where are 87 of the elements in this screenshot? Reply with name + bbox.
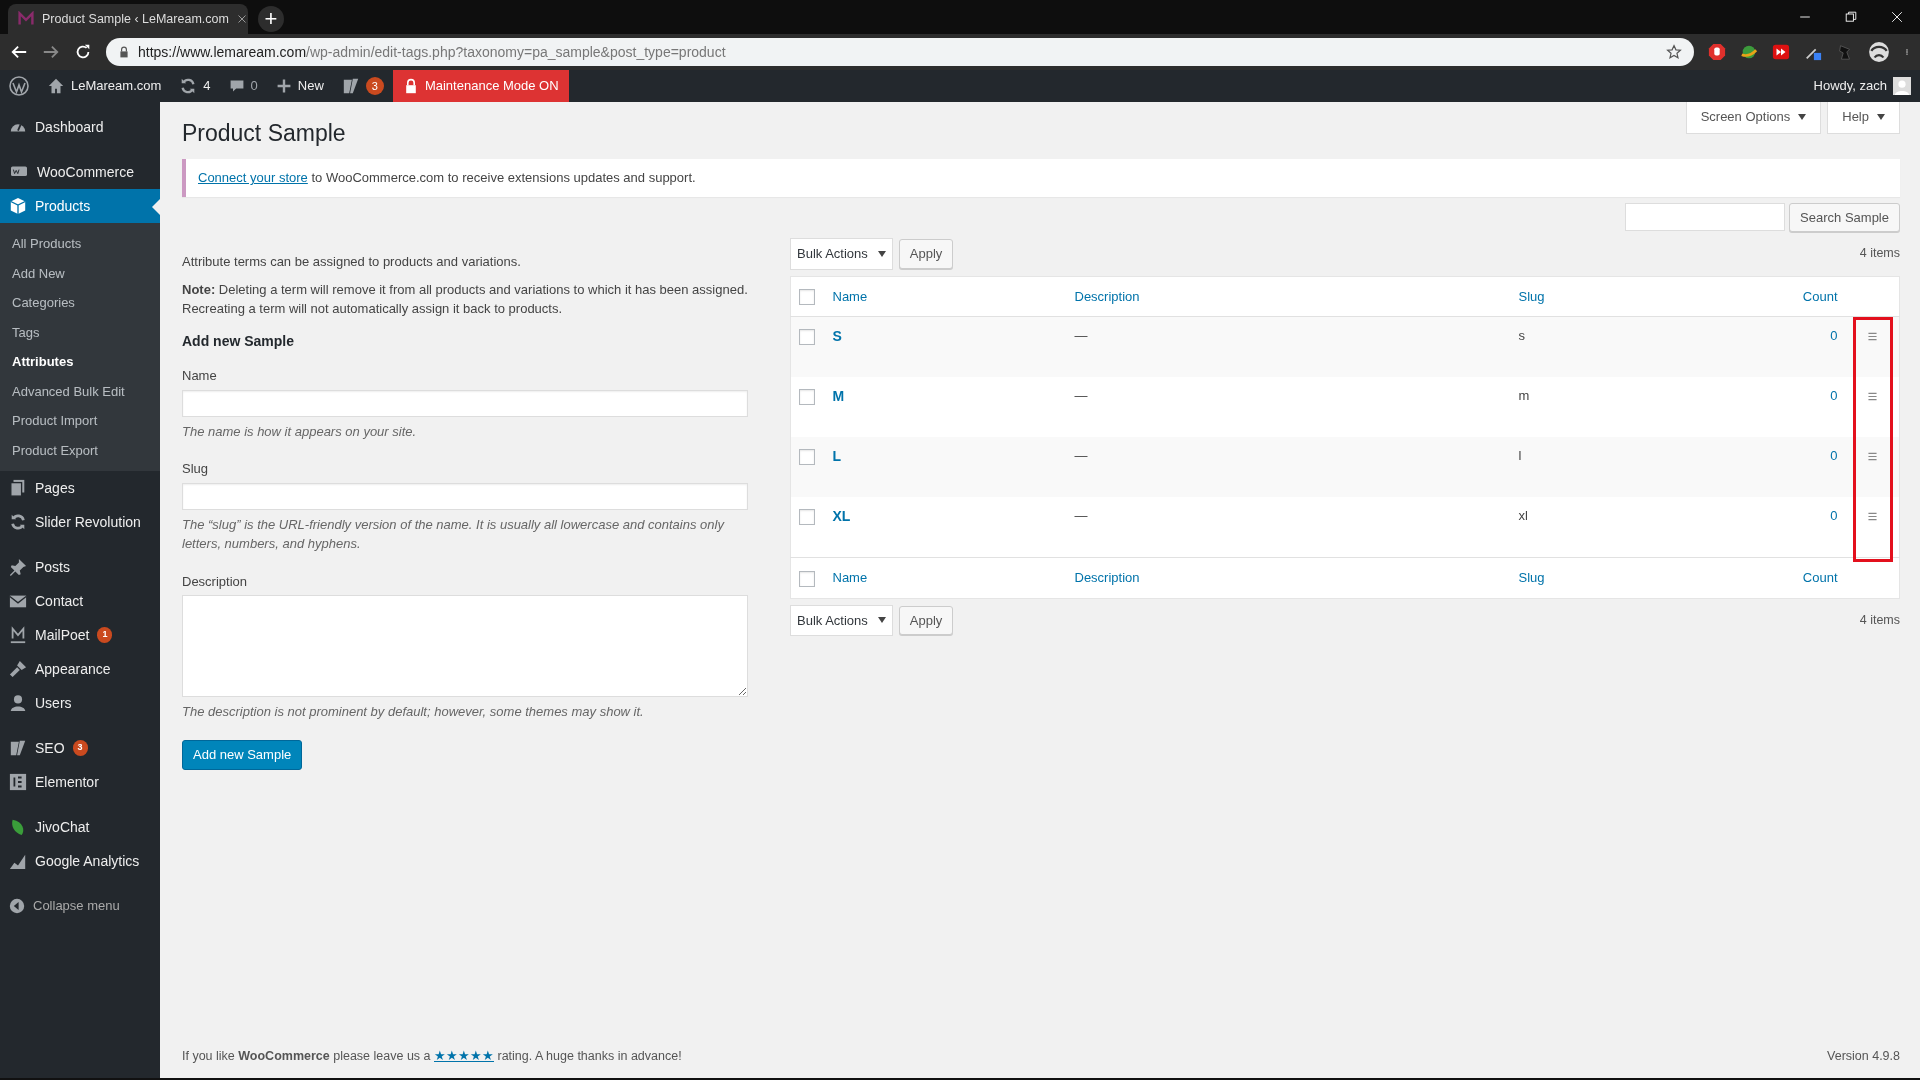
browser-tab[interactable]: Product Sample ‹ LeMaream.com xyxy=(8,4,248,34)
bulk-actions-dropdown[interactable]: Bulk Actions xyxy=(790,604,893,637)
intro-text: Attribute terms can be assigned to products and variations. xyxy=(182,252,522,271)
submenu-item[interactable]: Attributes xyxy=(0,347,160,377)
sidebar-item[interactable]: Posts xyxy=(0,550,160,584)
count-link[interactable]: 0 xyxy=(1830,508,1838,524)
term-name-link[interactable]: M xyxy=(832,388,845,405)
connect-store-link[interactable]: Connect your store xyxy=(198,170,308,186)
field-label: Slug xyxy=(182,460,210,479)
field-label: Description xyxy=(182,572,249,591)
apply-button[interactable]: Apply xyxy=(898,605,954,636)
submenu-item[interactable]: Tags xyxy=(0,317,160,347)
sidebar-item[interactable]: Pages xyxy=(0,471,160,505)
table-cell: — xyxy=(1074,448,1088,464)
maintenance-mode-link[interactable]: Maintenance Mode ON xyxy=(392,70,569,102)
note-text: Note: Deleting a term will remove it from all products and variations to which it has been assigned. Recreating a term will not automatically assign it back to products. xyxy=(182,281,748,319)
table-cell: — xyxy=(1074,328,1088,344)
apply-button[interactable]: Apply xyxy=(898,239,954,269)
column-header[interactable]: Name xyxy=(832,288,868,304)
sidebar-item[interactable]: MailPoet 1 xyxy=(0,618,160,652)
footer-text: If you like WooCommerce please leave us a ★★★★★ rating. A huge thanks in advance! xyxy=(182,1048,682,1066)
table-cell: s xyxy=(1518,328,1525,344)
sidebar-item[interactable]: Dashboard xyxy=(0,110,160,144)
form-heading: Add new Sample xyxy=(182,332,296,352)
term-name-link[interactable]: XL xyxy=(832,508,851,525)
submenu-item[interactable]: Categories xyxy=(0,288,160,318)
term-name-link[interactable]: S xyxy=(832,328,842,345)
item-count: 4 items xyxy=(1859,611,1900,629)
sidebar-item[interactable]: Slider Revolution xyxy=(0,505,160,539)
submenu-item[interactable]: Advanced Bulk Edit xyxy=(0,376,160,406)
notification-badge: 1 xyxy=(97,627,113,643)
screen-meta-button[interactable]: Screen Options xyxy=(1685,102,1822,134)
column-header[interactable]: Slug xyxy=(1518,570,1545,586)
field-hint: The description is not prominent by default; however, some themes may show it. xyxy=(182,703,645,722)
count-link[interactable]: 0 xyxy=(1830,448,1838,464)
submenu-item[interactable]: All Products xyxy=(0,229,160,259)
column-header[interactable]: Name xyxy=(832,570,868,586)
count-link[interactable]: 0 xyxy=(1830,328,1838,344)
sidebar-item[interactable]: Products xyxy=(0,189,160,223)
sidebar-item[interactable]: Elementor xyxy=(0,765,160,799)
sidebar-item[interactable]: WooCommerce xyxy=(0,155,160,189)
column-header[interactable]: Count xyxy=(1802,288,1838,304)
column-header[interactable]: Count xyxy=(1802,570,1838,586)
new-tab-button[interactable]: + xyxy=(258,6,284,32)
sidebar-item[interactable]: Contact xyxy=(0,584,160,618)
account-menu[interactable]: Howdy, zach xyxy=(1804,70,1920,102)
sidebar-item[interactable]: JivoChat xyxy=(0,810,160,844)
search-button[interactable]: Search Sample xyxy=(1789,202,1900,233)
term-name-link[interactable]: L xyxy=(832,448,842,465)
version-text: Version 4.9.8 xyxy=(1827,1048,1900,1066)
sidebar-item[interactable]: SEO 3 xyxy=(0,731,160,765)
screen-meta-button[interactable]: Help xyxy=(1827,102,1900,134)
item-count: 4 items xyxy=(1859,245,1900,263)
table-cell: m xyxy=(1518,388,1530,404)
sidebar-item[interactable]: Appearance xyxy=(0,652,160,686)
site-link[interactable]: LeMaream.com xyxy=(38,70,171,102)
page-title: Product Sample xyxy=(182,119,347,148)
submenu-item[interactable]: Product Export xyxy=(0,435,160,465)
count-link[interactable]: 0 xyxy=(1830,388,1838,404)
column-header[interactable]: Description xyxy=(1074,288,1140,304)
notice-text: Connect your store to WooCommerce.com to receive extensions updates and support. xyxy=(198,169,697,188)
notification-badge: 3 xyxy=(72,740,88,756)
column-header[interactable]: Description xyxy=(1074,570,1140,586)
address-bar[interactable]: https://www.lemaream.com/wp-admin/edit-tags.php?taxonomy=pa_sample&post_type=product xyxy=(106,38,1694,66)
collapse-menu-button[interactable]: Collapse menu xyxy=(0,889,160,923)
field-label: Name xyxy=(182,367,218,386)
field-hint: The “slug” is the URL-friendly version of the name. It is usually all lowercase and contains only letters, numbers, and hyphens. xyxy=(182,515,726,553)
notification-badge: 3 xyxy=(365,76,384,96)
field-hint: The name is how it appears on your site. xyxy=(182,422,418,441)
sidebar-item[interactable]: Users xyxy=(0,686,160,720)
bulk-actions-dropdown[interactable]: Bulk Actions xyxy=(790,238,893,270)
tab-title: Product Sample ‹ LeMaream.com xyxy=(42,10,229,28)
submenu-item[interactable]: Product Import xyxy=(0,406,160,436)
sidebar-item[interactable]: Google Analytics xyxy=(0,844,160,878)
submenu-item[interactable]: Add New xyxy=(0,258,160,288)
updates-link[interactable]: 4 xyxy=(170,70,220,102)
new-link[interactable]: New xyxy=(266,70,333,102)
table-cell: — xyxy=(1074,508,1088,524)
table-cell: xl xyxy=(1518,508,1528,524)
table-cell: l xyxy=(1518,448,1522,464)
rating-link[interactable]: ★★★★★ xyxy=(434,1049,494,1064)
comments-link[interactable]: 0 xyxy=(219,70,267,102)
submit-button[interactable]: Add new Sample xyxy=(182,740,303,770)
url-text: https://www.lemaream.com/wp-admin/edit-tags.php?taxonomy=pa_sample&post_type=product xyxy=(138,42,726,62)
table-cell: — xyxy=(1074,388,1088,404)
seo-link[interactable]: 3 xyxy=(332,70,393,102)
column-header[interactable]: Slug xyxy=(1518,288,1545,304)
